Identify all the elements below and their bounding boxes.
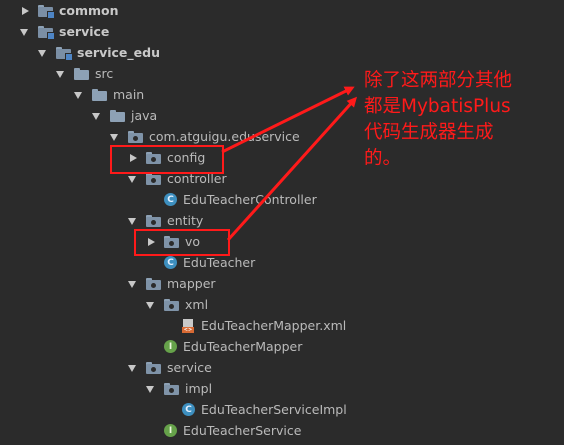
- highlight-box-config: [110, 145, 224, 174]
- annotation-line-1: 除了这两部分其他: [364, 70, 513, 91]
- chevron-down-icon[interactable]: [146, 384, 156, 394]
- xml-file-icon: <>: [182, 318, 195, 333]
- project-tree: common service service_edu src main java…: [0, 0, 564, 445]
- tree-node-label: EduTeacherServiceImpl: [201, 402, 347, 417]
- tree-node-impl[interactable]: impl: [146, 378, 212, 399]
- tree-node-edu-teacher-mapper[interactable]: I EduTeacherMapper: [164, 336, 302, 357]
- tree-node-service-edu[interactable]: service_edu: [38, 42, 160, 63]
- folder-icon: [92, 88, 107, 101]
- tree-node-entity[interactable]: entity: [128, 210, 203, 231]
- tree-node-label: mapper: [167, 276, 216, 291]
- tree-node-service-pkg[interactable]: service: [128, 357, 212, 378]
- class-icon: C: [182, 403, 195, 416]
- annotation-text: 除了这两部分其他 都是MybatisPlus 代码生成器生成 的。: [364, 68, 564, 172]
- tree-node-edu-teacher-mapper-xml[interactable]: <> EduTeacherMapper.xml: [182, 315, 346, 336]
- tree-node-label: entity: [167, 213, 204, 228]
- tree-node-label: EduTeacherService: [183, 423, 302, 438]
- class-icon: C: [164, 193, 177, 206]
- tree-node-label: xml: [185, 297, 209, 312]
- chevron-down-icon[interactable]: [56, 69, 66, 79]
- tree-node-mapper[interactable]: mapper: [128, 273, 216, 294]
- chevron-down-icon[interactable]: [20, 27, 30, 37]
- tree-node-label: com.atguigu.eduservice: [149, 129, 300, 144]
- tree-node-common[interactable]: common: [20, 0, 119, 21]
- interface-icon: I: [164, 424, 177, 437]
- interface-icon: I: [164, 340, 177, 353]
- chevron-down-icon[interactable]: [128, 279, 138, 289]
- chevron-down-icon[interactable]: [146, 300, 156, 310]
- package-icon: [164, 298, 179, 311]
- chevron-down-icon[interactable]: [128, 174, 138, 184]
- highlight-box-vo: [134, 229, 230, 256]
- chevron-down-icon[interactable]: [38, 48, 48, 58]
- annotation-line-4: 的。: [364, 148, 402, 169]
- tree-node-package[interactable]: com.atguigu.eduservice: [110, 126, 300, 147]
- tree-node-xml[interactable]: xml: [146, 294, 208, 315]
- tree-node-label: service: [59, 24, 110, 39]
- tree-node-label: src: [95, 66, 114, 81]
- tree-node-main[interactable]: main: [74, 84, 144, 105]
- folder-icon: [74, 67, 89, 80]
- chevron-down-icon[interactable]: [74, 90, 84, 100]
- annotation-line-3: 代码生成器生成: [364, 122, 494, 143]
- package-icon: [146, 277, 161, 290]
- chevron-down-icon[interactable]: [128, 216, 138, 226]
- tree-node-edu-teacher-controller[interactable]: C EduTeacherController: [164, 189, 317, 210]
- package-icon: [128, 130, 143, 143]
- module-folder-icon: [38, 4, 55, 19]
- chevron-down-icon[interactable]: [92, 111, 102, 121]
- chevron-down-icon[interactable]: [128, 363, 138, 373]
- annotation-line-2: 都是MybatisPlus: [364, 96, 511, 117]
- chevron-down-icon[interactable]: [110, 132, 120, 142]
- module-folder-icon: [56, 46, 73, 61]
- tree-node-src[interactable]: src: [56, 63, 113, 84]
- tree-node-label: service: [167, 360, 212, 375]
- tree-node-label: java: [131, 108, 158, 123]
- source-folder-icon: [110, 109, 125, 122]
- tree-node-service[interactable]: service: [20, 21, 109, 42]
- tree-node-label: EduTeacherMapper: [183, 339, 303, 354]
- tree-node-label: EduTeacher: [183, 255, 256, 270]
- package-icon: [146, 214, 161, 227]
- tree-node-label: common: [59, 3, 119, 18]
- tree-node-java[interactable]: java: [92, 105, 157, 126]
- class-icon: C: [164, 256, 177, 269]
- tree-node-label: EduTeacherMapper.xml: [201, 318, 347, 333]
- package-icon: [146, 361, 161, 374]
- tree-node-label: main: [113, 87, 145, 102]
- tree-node-edu-teacher-service-impl[interactable]: C EduTeacherServiceImpl: [182, 399, 347, 420]
- tree-node-label: EduTeacherController: [183, 192, 317, 207]
- package-icon: [146, 172, 161, 185]
- module-folder-icon: [38, 25, 55, 40]
- tree-node-edu-teacher-service[interactable]: I EduTeacherService: [164, 420, 301, 441]
- package-icon: [164, 382, 179, 395]
- tree-node-label: impl: [185, 381, 213, 396]
- chevron-right-icon[interactable]: [20, 6, 30, 16]
- tree-node-label: service_edu: [77, 45, 160, 60]
